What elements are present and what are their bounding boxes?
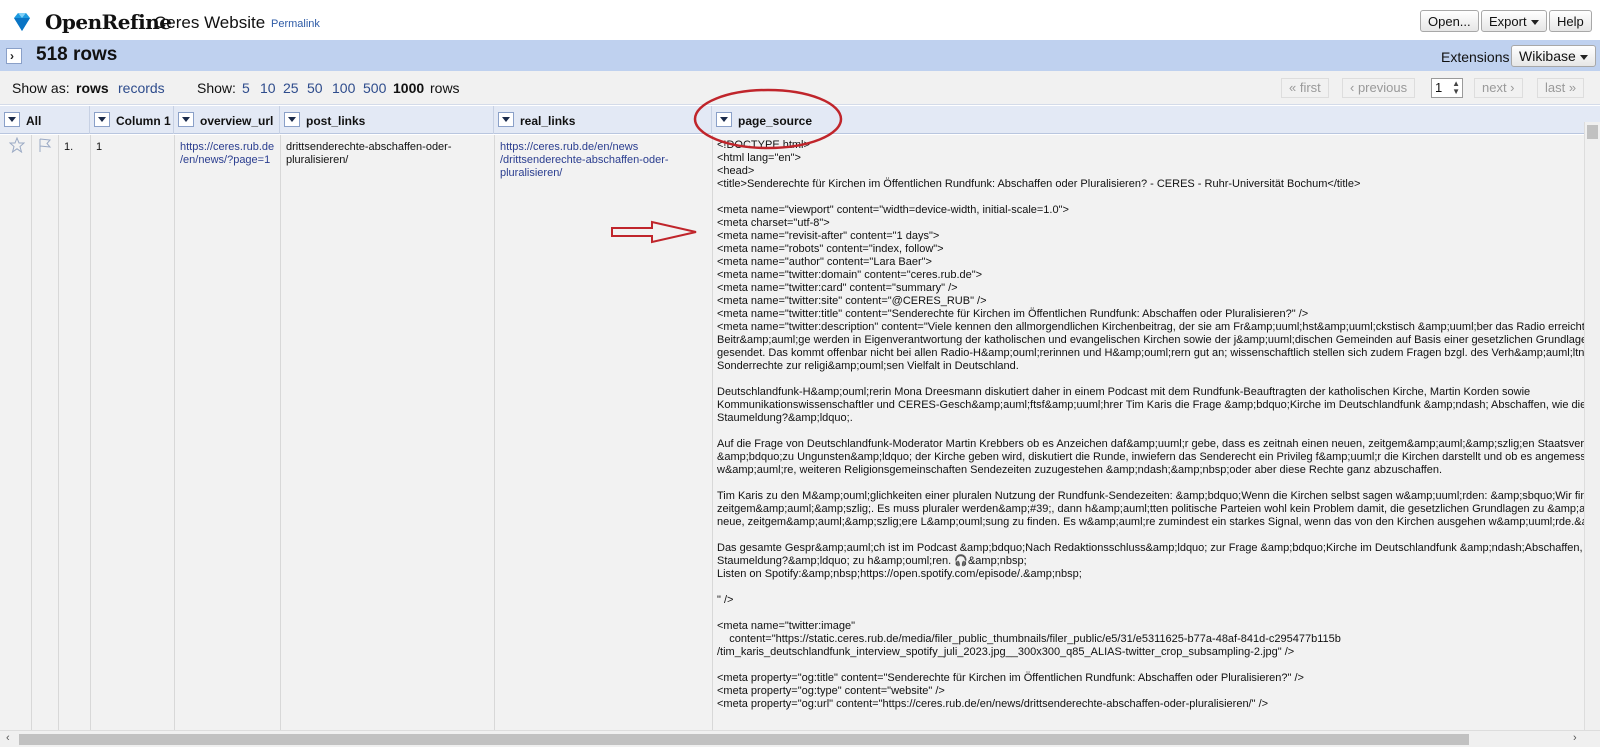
project-bar: › 518 rows Extensions Wikibase (0, 40, 1600, 71)
open-button[interactable]: Open... (1420, 10, 1479, 32)
scroll-right-icon[interactable]: › (1573, 732, 1577, 744)
last-page-button[interactable]: last » (1537, 78, 1585, 98)
row-count: 518 rows (36, 44, 118, 65)
next-page-button[interactable]: next › (1474, 78, 1523, 98)
column-header-overview-url[interactable]: overview_url (174, 106, 280, 134)
column-header-post-links[interactable]: post_links (280, 106, 494, 134)
show-as-label: Show as: (12, 80, 70, 96)
cell-overview-url[interactable]: https://ceres.rub.de /en/news/?page=1 (180, 141, 274, 167)
column-label: overview_url (200, 114, 274, 128)
page-size-10[interactable]: 10 (260, 80, 276, 96)
brand-logo[interactable]: OpenRefine (45, 10, 172, 34)
column-header-column1[interactable]: Column 1 (90, 106, 174, 134)
dropdown-icon[interactable] (4, 112, 20, 127)
cell-column1[interactable]: 1 (96, 141, 102, 154)
spinner-icon: ▲ ▼ (1452, 79, 1460, 96)
extensions-label: Extensions (1441, 49, 1510, 65)
scroll-left-icon[interactable]: ‹ (6, 732, 10, 744)
rows-suffix: rows (430, 80, 460, 96)
data-grid: 1. 1 https://ceres.rub.de /en/news/?page… (0, 135, 1584, 730)
wikibase-button[interactable]: Wikibase (1511, 45, 1596, 67)
project-title[interactable]: Ceres Website (154, 13, 265, 33)
grid-line (280, 135, 281, 730)
dropdown-icon[interactable] (178, 112, 194, 127)
column-header-real-links[interactable]: real_links (494, 106, 712, 134)
chevron-down-icon (1530, 20, 1539, 26)
column-header-all[interactable]: All (0, 106, 90, 134)
show-label: Show: (197, 80, 236, 96)
previous-page-button[interactable]: ‹ previous (1342, 78, 1416, 98)
cell-post-links[interactable]: drittsenderechte-abschaffen-oder- plural… (286, 141, 452, 167)
column-label: real_links (520, 114, 576, 128)
records-mode-option[interactable]: records (118, 80, 165, 96)
horizontal-scroll-thumb[interactable] (19, 734, 1469, 745)
page-number-value: 1 (1435, 80, 1443, 95)
flag-icon[interactable] (37, 137, 53, 153)
grid-line (494, 135, 495, 730)
page-size-500[interactable]: 500 (363, 80, 386, 96)
arrow-right-icon (611, 220, 697, 244)
grid-line (58, 135, 59, 730)
star-icon[interactable] (9, 137, 25, 153)
column-label: All (26, 114, 42, 128)
overview-url-link[interactable]: https://ceres.rub.de /en/news/?page=1 (180, 141, 274, 166)
page-number-input[interactable]: 1 ▲ ▼ (1431, 78, 1463, 98)
column-label: post_links (306, 114, 366, 128)
page-size-25[interactable]: 25 (283, 80, 299, 96)
dropdown-icon[interactable] (284, 112, 300, 127)
chevron-right-icon: › (10, 49, 14, 63)
row-index: 1. (64, 141, 74, 153)
real-links-link[interactable]: https://ceres.rub.de/en/news /drittsende… (500, 141, 669, 179)
horizontal-scrollbar[interactable]: ‹ › (0, 730, 1600, 747)
page-size-5[interactable]: 5 (242, 80, 250, 96)
chevron-down-icon (1579, 54, 1588, 60)
cell-real-links[interactable]: https://ceres.rub.de/en/news /drittsende… (500, 141, 669, 180)
top-header: OpenRefine Ceres Website Permalink Open.… (0, 0, 1600, 40)
dropdown-icon[interactable] (498, 112, 514, 127)
page-size-1000[interactable]: 1000 (393, 80, 424, 96)
first-page-button[interactable]: « first (1281, 78, 1329, 98)
permalink-link[interactable]: Permalink (271, 18, 320, 30)
help-button[interactable]: Help (1549, 10, 1592, 32)
page-size-50[interactable]: 50 (307, 80, 323, 96)
annotation-ellipse (693, 88, 843, 150)
toggle-panel-button[interactable]: › (6, 48, 22, 64)
dropdown-icon[interactable] (94, 112, 110, 127)
rows-mode-option[interactable]: rows (76, 80, 109, 96)
grid-line (174, 135, 175, 730)
column-label: Column 1 (116, 114, 171, 128)
export-button[interactable]: Export (1481, 10, 1547, 32)
vertical-scrollbar[interactable] (1584, 122, 1600, 730)
openrefine-diamond-icon (14, 13, 30, 31)
grid-line (31, 135, 32, 730)
wikibase-label: Wikibase (1519, 48, 1576, 64)
grid-line (90, 135, 91, 730)
vertical-scroll-thumb[interactable] (1587, 125, 1598, 139)
export-label: Export (1489, 14, 1527, 29)
cell-page-source[interactable]: <!DOCTYPE html> <html lang="en"> <head> … (717, 139, 1584, 711)
page-size-100[interactable]: 100 (332, 80, 355, 96)
grid-line (712, 135, 713, 730)
